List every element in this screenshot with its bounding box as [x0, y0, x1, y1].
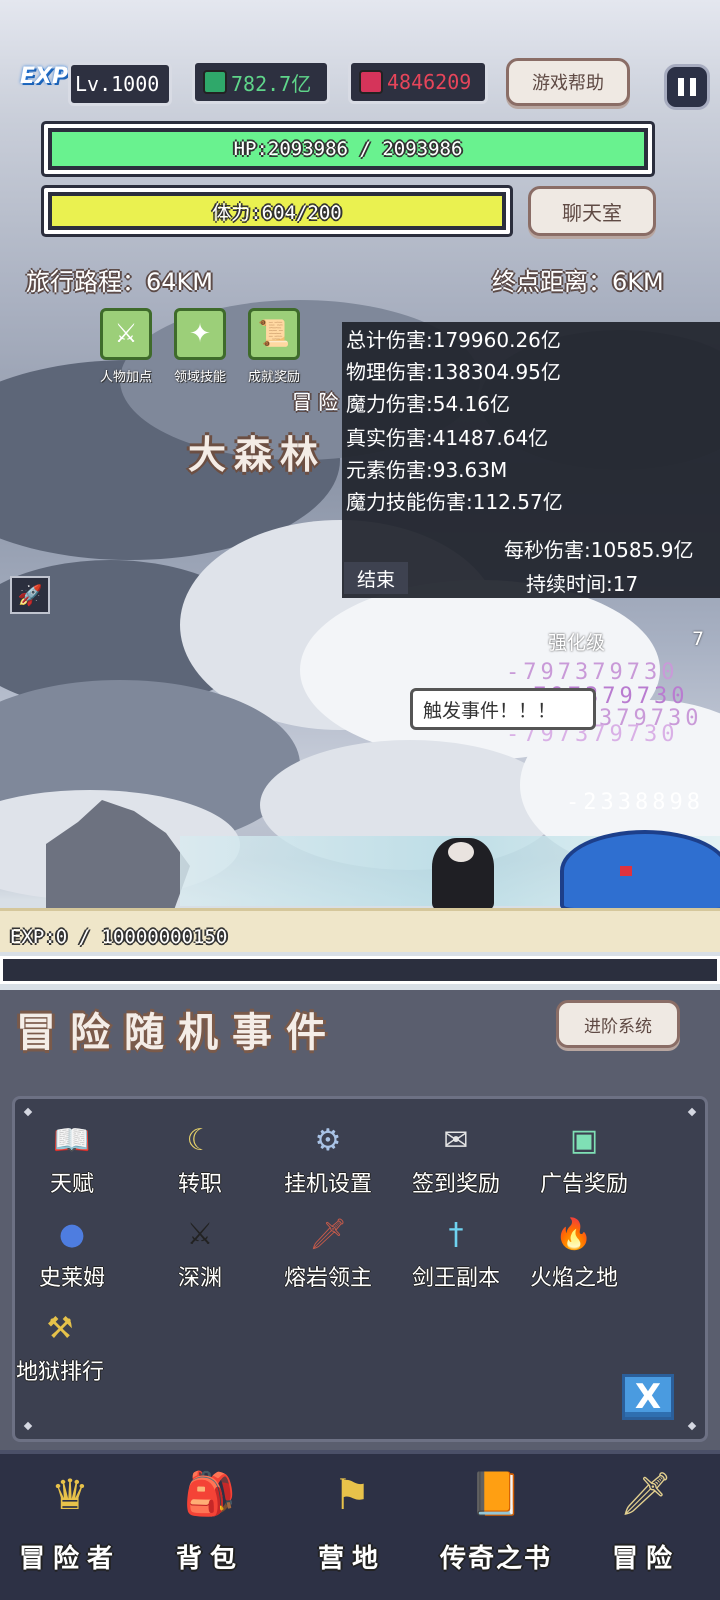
element-damage: 元素伤害:93.63M: [346, 458, 508, 482]
corner-star: [687, 1107, 697, 1117]
helmet-icon: ♛: [51, 1469, 89, 1519]
nav-adventurer[interactable]: ♛ 冒险者: [10, 1456, 130, 1596]
ruby-icon: [359, 70, 383, 94]
banner-icon: ⚑: [333, 1469, 371, 1519]
exp-bar: [0, 956, 720, 984]
menu-item-checkin-reward[interactable]: ✉ 签到奖励: [396, 1120, 516, 1210]
book-icon: 📖: [53, 1122, 91, 1158]
nav-adventure[interactable]: 🗡 冒险: [586, 1456, 706, 1596]
hp-bar: HP:2093986 / 2093986: [44, 124, 652, 174]
skill-label: 领域技能: [173, 370, 226, 385]
nav-camp[interactable]: ⚑ 营地: [292, 1456, 412, 1596]
scroll-icon[interactable]: 📜: [248, 308, 300, 360]
green-gem-value: 782.7亿: [231, 71, 312, 96]
destination-distance: 终点距离：6KM: [492, 268, 664, 296]
slime-enemy: [560, 830, 720, 912]
backpack-icon: 🎒: [183, 1469, 237, 1518]
hero-character: [432, 838, 494, 910]
menu-item-talent[interactable]: 📖 天赋: [12, 1120, 132, 1210]
nav-legend-book[interactable]: 📙 传奇之书: [436, 1456, 556, 1596]
fire-icon: 🔥: [555, 1216, 593, 1252]
menu-item-hell-ranking[interactable]: ⚒ 地狱排行: [0, 1308, 120, 1398]
menu-item-lava-lord[interactable]: 🗡 熔岩领主: [268, 1214, 388, 1304]
duration: 持续时间:17: [526, 572, 639, 596]
enhance-level-value: 7: [692, 628, 705, 650]
damage-stats-panel: 总计伤害:179960.26亿 物理伤害:138304.95亿 魔力伤害:54.…: [342, 322, 720, 598]
end-button[interactable]: 结束: [344, 562, 408, 594]
physical-damage: 物理伤害:138304.95亿: [346, 360, 561, 384]
red-gem-display[interactable]: 4846209: [348, 60, 488, 104]
magic-damage: 魔力伤害:54.16亿: [346, 392, 510, 416]
corner-star: [687, 1421, 697, 1431]
chat-room-button[interactable]: 聊天室: [528, 186, 656, 236]
event-bubble: 触发事件！！！: [410, 688, 596, 730]
menu-item-slime[interactable]: ● 史莱姆: [12, 1214, 132, 1304]
damage-number: -2338898: [566, 790, 704, 815]
skill-label: 成就奖励: [247, 370, 300, 385]
menu-item-abyss[interactable]: ⚔ 深渊: [140, 1214, 260, 1304]
stamina-text: 体力:604/200: [212, 201, 342, 224]
enhance-level-label: 强化级: [548, 632, 606, 654]
legend-book-icon: 📙: [469, 1469, 523, 1518]
stamina-bar: 体力:604/200: [44, 188, 510, 234]
gear-icon: ⚙: [314, 1122, 342, 1158]
skill-label: 人物加点: [99, 370, 152, 385]
rocket-icon[interactable]: 🚀: [10, 576, 50, 614]
close-button[interactable]: X: [622, 1374, 674, 1420]
nav-backpack[interactable]: 🎒 背包: [150, 1456, 270, 1596]
dps: 每秒伤害:10585.9亿: [504, 538, 694, 562]
sword-icon: 🗡: [619, 1469, 673, 1518]
dark-sword-icon: 🗡: [308, 1216, 348, 1252]
exp-badge: EXP: [20, 64, 69, 89]
true-damage: 真实伤害:41487.64亿: [346, 426, 549, 450]
moon-emblem-icon: ☾: [186, 1122, 214, 1158]
paper-icon: ✉: [443, 1122, 469, 1158]
total-damage: 总计伤害:179960.26亿: [346, 328, 561, 352]
corner-star: [23, 1107, 33, 1117]
chest-icon: ▣: [569, 1122, 599, 1158]
mage-icon[interactable]: ✦: [174, 308, 226, 360]
hp-text: HP:2093986 / 2093986: [233, 138, 463, 160]
menu-item-idle-settings[interactable]: ⚙ 挂机设置: [268, 1120, 388, 1210]
corner-star: [23, 1421, 33, 1431]
pause-icon: [678, 78, 684, 96]
exp-text: EXP:0 / 10000000150: [10, 926, 228, 948]
blue-sword-icon: †: [448, 1216, 464, 1252]
golden-axe-icon: ⚒: [46, 1310, 74, 1346]
emerald-icon: [203, 70, 227, 94]
slime-icon: ●: [58, 1216, 86, 1252]
pause-button[interactable]: [664, 64, 710, 110]
help-button[interactable]: 游戏帮助: [506, 58, 630, 106]
level-display: Lv.1000: [68, 62, 172, 106]
travel-distance: 旅行路程：64KM: [26, 268, 213, 296]
red-gem-value: 4846209: [387, 70, 472, 94]
damage-number: -797379730: [506, 660, 679, 685]
advance-system-button[interactable]: 进阶系统: [556, 1000, 680, 1048]
level-text: Lv.1000: [75, 72, 160, 96]
menu-item-ad-reward[interactable]: ▣ 广告奖励: [524, 1120, 644, 1210]
menu-item-job-change[interactable]: ☾ 转职: [140, 1120, 260, 1210]
menu-item-sword-king-dungeon[interactable]: † 剑王副本: [396, 1214, 516, 1304]
abyss-icon: ⚔: [186, 1216, 214, 1252]
menu-item-land-of-fire[interactable]: 🔥 火焰之地: [514, 1214, 634, 1304]
area-name: 大森林: [188, 432, 327, 477]
magic-skill-damage: 魔力技能伤害:112.57亿: [346, 490, 563, 514]
green-gem-display[interactable]: 782.7亿: [192, 60, 330, 104]
adventure-label: 冒 险: [292, 390, 339, 414]
crossed-swords-icon[interactable]: ⚔: [100, 308, 152, 360]
event-title: 冒险随机事件: [16, 1009, 340, 1056]
